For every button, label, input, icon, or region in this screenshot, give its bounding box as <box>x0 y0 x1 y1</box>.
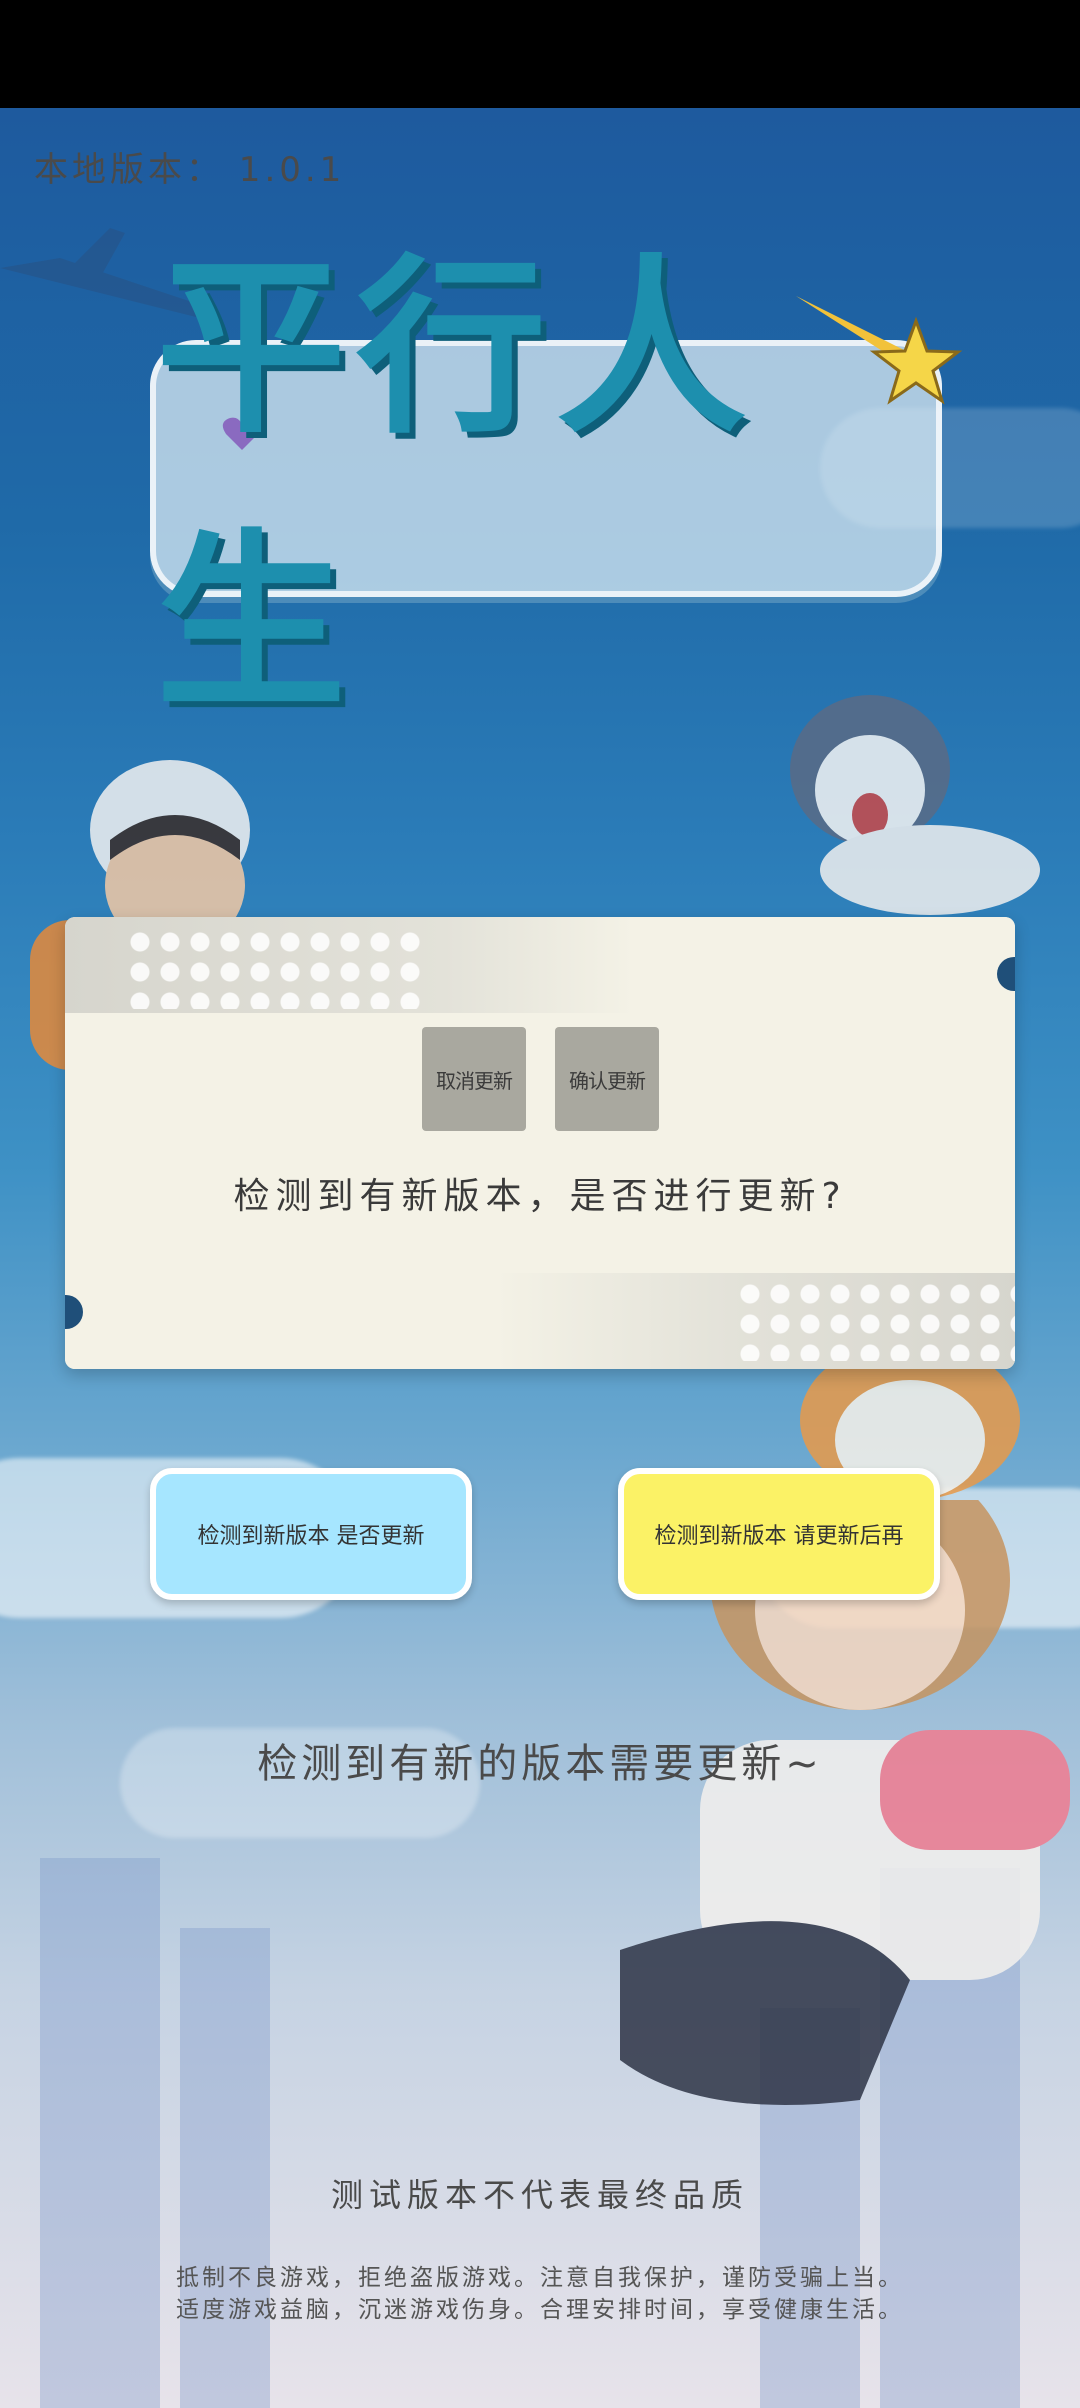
update-status-text: 检测到有新的版本需要更新~ <box>257 1741 823 1787</box>
dialog-dot-pattern-bottom <box>735 1279 1015 1361</box>
logo-title: 平行人生 <box>156 237 757 734</box>
health-notice-line: 适度游戏益脑，沉迷游戏伤身。合理安排时间，享受健康生活。 <box>176 2297 904 2323</box>
girl-character-illustration <box>620 1500 1070 2105</box>
app-screen: 本地版本： 1.0.1 平行人生 取消更新 确认更新 检测到有新版本，是否进行更… <box>0 0 1080 2408</box>
test-version-notice: 测试版本不代表最终品质 <box>330 2176 749 2214</box>
right-action-button[interactable]: 检测到新版本 请更新后再 <box>618 1468 940 1600</box>
game-logo: 平行人生 <box>150 237 963 734</box>
health-notice-line: 抵制不良游戏，拒绝盗版游戏。注意自我保护，谨防受骗上当。 <box>176 2265 904 2291</box>
cancel-update-button[interactable]: 取消更新 <box>422 1027 526 1131</box>
left-action-button[interactable]: 检测到新版本 是否更新 <box>150 1468 472 1600</box>
status-bar <box>0 0 1080 108</box>
local-version-label: 本地版本： 1.0.1 <box>34 150 346 190</box>
health-gaming-notice: 抵制不良游戏，拒绝盗版游戏。注意自我保护，谨防受骗上当。 适度游戏益脑，沉迷游戏… <box>0 2262 1080 2326</box>
dialog-dot-pattern-top <box>125 927 425 1009</box>
update-dialog: 取消更新 确认更新 检测到有新版本，是否进行更新? <box>65 917 1015 1369</box>
confirm-update-button[interactable]: 确认更新 <box>555 1027 659 1131</box>
dialog-message: 检测到有新版本，是否进行更新? <box>233 1176 847 1217</box>
